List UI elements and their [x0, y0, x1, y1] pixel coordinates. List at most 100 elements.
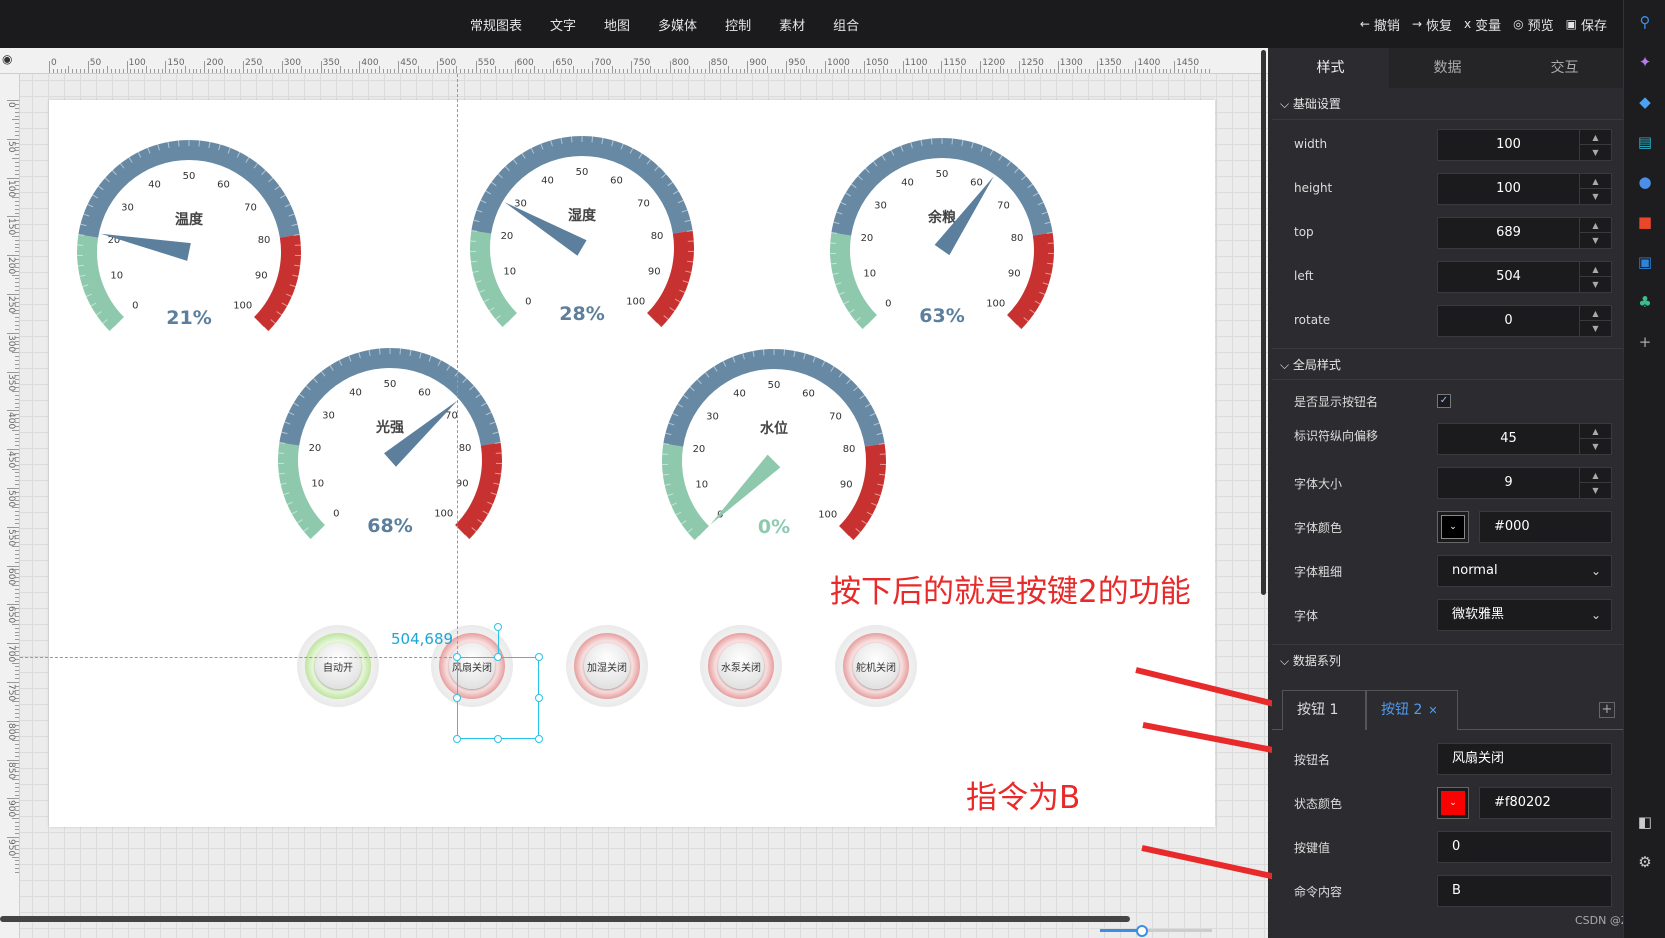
nav-assets[interactable]: 素材 [779, 15, 805, 34]
font-color-picker[interactable]: ⌄ [1437, 511, 1469, 543]
font-color-input[interactable]: #000 [1479, 511, 1612, 543]
ruler-tick [1061, 69, 1063, 73]
zoom-slider-knob[interactable] [1136, 925, 1148, 937]
office-icon[interactable]: ■ [1635, 212, 1655, 232]
tab-interaction[interactable]: 交互 [1506, 48, 1623, 88]
button-servo-off[interactable]: 舵机关闭 [835, 625, 917, 707]
left-input[interactable]: 504 ▲ ▼ [1437, 261, 1612, 293]
tab-data[interactable]: 数据 [1389, 48, 1506, 88]
rotate-handle[interactable] [494, 623, 502, 631]
undo-button[interactable]: ← 撤销 [1360, 15, 1400, 34]
nav-group[interactable]: 组合 [833, 15, 859, 34]
increment-icon[interactable]: ▲ [1580, 306, 1611, 321]
gear-icon[interactable]: ⚙ [1635, 852, 1655, 872]
variable-button[interactable]: x 变量 [1464, 15, 1501, 34]
nav-map[interactable]: 地图 [604, 15, 630, 34]
button-name-input[interactable]: 风扇关闭 [1437, 743, 1612, 775]
resize-handle[interactable] [494, 653, 502, 661]
resize-handle[interactable] [535, 694, 543, 702]
tab-style[interactable]: 样式 [1272, 48, 1389, 88]
resize-handle[interactable] [494, 735, 502, 743]
nav-media[interactable]: 多媒体 [658, 15, 697, 34]
section-data-series[interactable]: ⌵ 数据系列 [1272, 644, 1623, 676]
increment-icon[interactable]: ▲ [1580, 468, 1611, 483]
series-tab-2[interactable]: 按钮 2 ✕ [1366, 690, 1458, 730]
ruler-tick [793, 69, 795, 73]
state-color-picker[interactable]: ⌄ [1437, 787, 1469, 819]
toolbox-icon[interactable]: ▤ [1635, 132, 1655, 152]
horizontal-scrollbar[interactable] [0, 916, 1130, 922]
redo-button[interactable]: → 恢复 [1412, 15, 1452, 34]
section-basic[interactable]: ⌵ 基础设置 [1272, 88, 1623, 120]
add-icon[interactable]: + [1635, 332, 1655, 352]
preview-button[interactable]: ◎ 预览 [1513, 15, 1554, 34]
resize-handle[interactable] [453, 694, 461, 702]
canvas-board[interactable]: 0 10 20 30 40 50 60 70 80 90 100 温度 21% 0 10 20 30 40 50 60… [49, 100, 1215, 827]
increment-icon[interactable]: ▲ [1580, 262, 1611, 277]
ruler-label: 1350 [1098, 58, 1122, 68]
ruler-tick [12, 856, 19, 858]
decrement-icon[interactable]: ▼ [1580, 277, 1611, 292]
resize-handle[interactable] [535, 735, 543, 743]
font-size-input[interactable]: 9 ▲ ▼ [1437, 467, 1612, 499]
width-input[interactable]: 100 ▲ ▼ [1437, 129, 1612, 161]
people-icon[interactable]: ● [1635, 172, 1655, 192]
button-label: 水泵关闭 [718, 643, 764, 689]
state-color-input[interactable]: #f80202 [1479, 787, 1612, 819]
decrement-icon[interactable]: ▼ [1580, 483, 1611, 498]
vertical-scrollbar[interactable] [1261, 50, 1266, 595]
rotate-input[interactable]: 0 ▲ ▼ [1437, 305, 1612, 337]
resize-handle[interactable] [535, 653, 543, 661]
ruler-tick [801, 69, 803, 73]
increment-icon[interactable]: ▲ [1580, 424, 1611, 439]
increment-icon[interactable]: ▲ [1580, 218, 1611, 233]
increment-icon[interactable]: ▲ [1580, 174, 1611, 189]
tag-icon[interactable]: ◆ [1635, 92, 1655, 112]
command-input[interactable]: B [1437, 875, 1612, 907]
font-family-select[interactable]: 微软雅黑 ⌄ [1437, 599, 1612, 631]
search-icon[interactable]: ⚲ [1635, 12, 1655, 32]
sidebar-toggle-icon[interactable]: ◧ [1635, 812, 1655, 832]
design-canvas[interactable]: 0 50 100 150 200 250 300 350 400 450 500 550 600 650 7… [0, 48, 1268, 938]
ruler-tick [530, 69, 532, 73]
series-tab-1[interactable]: 按钮 1 [1282, 690, 1366, 730]
font-weight-select[interactable]: normal ⌄ [1437, 555, 1612, 587]
ruler-label: 650 [6, 606, 16, 624]
button-label: 舵机关闭 [853, 643, 899, 689]
ruler-tick [114, 69, 116, 73]
panel-tabs: 样式 数据 交互 [1272, 48, 1623, 88]
selection-box[interactable] [453, 623, 543, 743]
height-input[interactable]: 100 ▲ ▼ [1437, 173, 1612, 205]
zoom-slider[interactable] [1100, 929, 1212, 932]
visibility-eye-icon[interactable]: ◉ [2, 52, 12, 66]
decrement-icon[interactable]: ▼ [1580, 439, 1611, 454]
section-global-style[interactable]: ⌵ 全局样式 [1272, 348, 1623, 380]
increment-icon[interactable]: ▲ [1580, 130, 1611, 145]
show-name-checkbox[interactable]: ✓ [1437, 394, 1451, 408]
resize-handle[interactable] [453, 735, 461, 743]
outlook-icon[interactable]: ▣ [1635, 252, 1655, 272]
decrement-icon[interactable]: ▼ [1580, 233, 1611, 248]
nav-text[interactable]: 文字 [550, 15, 576, 34]
nav-charts[interactable]: 常规图表 [470, 15, 522, 34]
decrement-icon[interactable]: ▼ [1580, 321, 1611, 336]
tree-icon[interactable]: ♣ [1635, 292, 1655, 312]
decrement-icon[interactable]: ▼ [1580, 145, 1611, 160]
field-font-color: 字体颜色 ⌄ #000 [1272, 506, 1623, 550]
offset-input[interactable]: 45 ▲ ▼ [1437, 423, 1612, 455]
horizontal-ruler: 0 50 100 150 200 250 300 350 400 450 500 550 600 650 7… [0, 48, 1268, 74]
button-auto-on[interactable]: 自动开 [297, 625, 379, 707]
button-pump-off[interactable]: 水泵关闭 [700, 625, 782, 707]
top-input[interactable]: 689 ▲ ▼ [1437, 217, 1612, 249]
ruler-tick [421, 69, 423, 73]
button-humidify-off[interactable]: 加湿关闭 [566, 625, 648, 707]
ruler-tick [374, 69, 376, 73]
add-series-button[interactable]: + [1599, 702, 1615, 718]
close-icon[interactable]: ✕ [1428, 704, 1437, 717]
resize-handle[interactable] [453, 653, 461, 661]
decrement-icon[interactable]: ▼ [1580, 189, 1611, 204]
sparkle-icon[interactable]: ✦ [1635, 52, 1655, 72]
key-value-input[interactable]: 0 [1437, 831, 1612, 863]
nav-control[interactable]: 控制 [725, 15, 751, 34]
save-button[interactable]: ▣ 保存 [1566, 15, 1607, 34]
